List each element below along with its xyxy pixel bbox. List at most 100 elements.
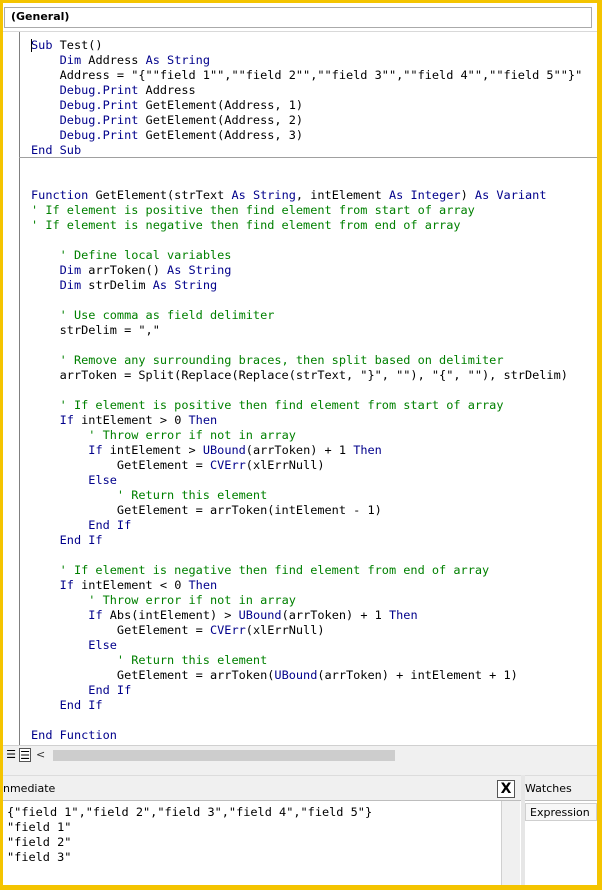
code-line[interactable]: Else — [31, 473, 582, 488]
code-line[interactable] — [31, 293, 582, 308]
code-text: ) — [460, 188, 475, 202]
code-line[interactable]: End Sub — [31, 143, 582, 158]
code-line[interactable]: GetElement = arrToken(intElement - 1) — [31, 503, 582, 518]
watches-window[interactable]: Expression — [525, 800, 597, 885]
code-line[interactable]: Sub Test() — [31, 38, 582, 53]
code-line[interactable]: GetElement = arrToken(UBound(arrToken) +… — [31, 668, 582, 683]
code-line[interactable]: ' Define local variables — [31, 248, 582, 263]
code-line[interactable]: End If — [31, 698, 582, 713]
code-text: GetElement = arrToken(intElement - 1) — [31, 503, 382, 517]
code-pane[interactable]: Sub Test() Dim Address As String Address… — [3, 32, 597, 745]
code-line[interactable] — [31, 158, 582, 173]
code-keyword: End If — [59, 533, 103, 547]
code-keyword: Then — [388, 608, 418, 622]
code-line[interactable]: Function GetElement(strText As String, i… — [31, 188, 582, 203]
code-line[interactable] — [31, 173, 582, 188]
immediate-vertical-scrollbar[interactable] — [501, 801, 520, 885]
code-keyword: As String — [167, 263, 232, 277]
watches-column-header-expression[interactable]: Expression — [525, 803, 597, 821]
code-keyword: As String — [145, 53, 210, 67]
code-line[interactable] — [31, 383, 582, 398]
code-line[interactable]: Address = "{""field 1"",""field 2"",""fi… — [31, 68, 583, 83]
code-keyword: Debug.Print — [59, 83, 139, 97]
code-line[interactable]: End If — [31, 683, 582, 698]
immediate-window-title: nmediate — [3, 782, 56, 795]
object-dropdown-value: (General) — [11, 10, 70, 23]
horizontal-scroll-thumb[interactable] — [53, 750, 395, 761]
code-keyword: Else — [88, 473, 117, 487]
code-line[interactable]: Debug.Print GetElement(Address, 1) — [31, 98, 582, 113]
immediate-output-line: "field 2" — [7, 835, 72, 849]
code-comment: ' Remove any surrounding braces, then sp… — [59, 353, 504, 367]
code-line[interactable]: ' If element is positive then find eleme… — [31, 398, 582, 413]
code-comment: ' If element is negative then find eleme… — [59, 563, 490, 577]
code-line[interactable] — [31, 548, 582, 563]
immediate-output[interactable]: {"field 1","field 2","field 3","field 4"… — [7, 805, 372, 865]
code-line[interactable]: If Abs(intElement) > UBound(arrToken) + … — [31, 608, 582, 623]
code-keyword: CVErr — [209, 458, 246, 472]
code-text: GetElement = — [31, 458, 210, 472]
code-line[interactable]: ' Throw error if not in array — [31, 428, 582, 443]
code-line[interactable]: End If — [31, 533, 582, 548]
code-line[interactable]: GetElement = CVErr(xlErrNull) — [31, 458, 582, 473]
code-line[interactable]: If intElement > 0 Then — [31, 413, 582, 428]
code-line[interactable]: GetElement = CVErr(xlErrNull) — [31, 623, 582, 638]
immediate-window[interactable]: {"field 1","field 2","field 3","field 4"… — [3, 800, 521, 885]
code-line[interactable]: ' If element is negative then find eleme… — [31, 218, 582, 233]
procedure-view-icon[interactable]: ☰ — [5, 748, 17, 762]
code-line[interactable]: Debug.Print Address — [31, 83, 582, 98]
code-line[interactable]: strDelim = "," — [31, 323, 582, 338]
code-line[interactable]: Dim arrToken() As String — [31, 263, 582, 278]
code-line[interactable]: ' If element is positive then find eleme… — [31, 203, 582, 218]
code-text: Address = "{""field 1"",""field 2"",""fi… — [31, 68, 583, 82]
code-keyword: If — [88, 608, 103, 622]
code-line[interactable]: ' Remove any surrounding braces, then sp… — [31, 353, 582, 368]
code-line[interactable]: arrToken = Split(Replace(Replace(strText… — [31, 368, 582, 383]
code-text: (arrToken) + 1 — [245, 443, 354, 457]
code-line[interactable]: Debug.Print GetElement(Address, 3) — [31, 128, 582, 143]
code-line[interactable]: ' Return this element — [31, 653, 582, 668]
code-text: intElement < 0 — [73, 578, 189, 592]
code-editor[interactable]: Sub Test() Dim Address As String Address… — [31, 38, 582, 743]
code-line[interactable] — [31, 233, 582, 248]
code-line[interactable]: Else — [31, 638, 582, 653]
code-keyword: Dim — [59, 53, 82, 67]
code-line[interactable]: If intElement < 0 Then — [31, 578, 582, 593]
code-line[interactable]: Dim Address As String — [31, 53, 582, 68]
code-keyword: End If — [88, 518, 132, 532]
code-line[interactable]: Dim strDelim As String — [31, 278, 582, 293]
immediate-output-line: "field 3" — [7, 850, 72, 864]
code-keyword: Debug.Print — [59, 128, 139, 142]
code-text: GetElement(Address, 3) — [138, 128, 304, 142]
code-line[interactable]: ' Use comma as field delimiter — [31, 308, 582, 323]
full-module-view-icon[interactable]: ☰ — [19, 748, 31, 762]
code-line[interactable]: End Function — [31, 728, 582, 743]
close-button[interactable]: X — [497, 780, 515, 798]
code-line[interactable]: ' Throw error if not in array — [31, 593, 582, 608]
code-line[interactable]: End If — [31, 518, 582, 533]
object-dropdown[interactable]: (General) — [4, 7, 592, 28]
code-line[interactable]: If intElement > UBound(arrToken) + 1 The… — [31, 443, 582, 458]
scroll-left-arrow-icon[interactable]: < — [36, 748, 45, 761]
code-keyword: End If — [88, 683, 132, 697]
code-text: arrToken = Split(Replace(Replace(strText… — [31, 368, 568, 382]
code-line[interactable] — [31, 713, 582, 728]
code-text: GetElement = arrToken( — [31, 668, 275, 682]
code-comment: ' If element is negative then find eleme… — [31, 218, 461, 232]
code-keyword: As String — [152, 278, 218, 292]
code-line[interactable]: ' If element is negative then find eleme… — [31, 563, 582, 578]
pane-splitter[interactable] — [3, 765, 597, 775]
code-line[interactable]: Debug.Print GetElement(Address, 2) — [31, 113, 582, 128]
code-line[interactable]: ' Return this element — [31, 488, 582, 503]
code-line[interactable] — [31, 338, 582, 353]
